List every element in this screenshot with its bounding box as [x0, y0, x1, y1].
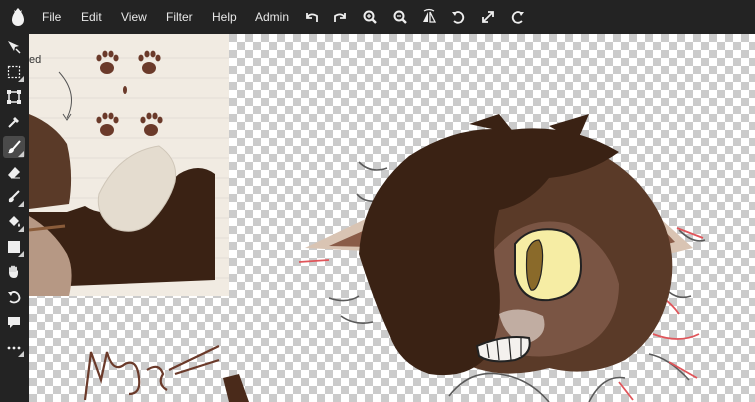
flip-icon[interactable]	[419, 7, 439, 27]
eraser-tool[interactable]	[3, 161, 25, 183]
tool-options-indicator	[18, 76, 24, 82]
move-tool[interactable]	[3, 36, 25, 58]
drawing-canvas[interactable]: ed	[29, 34, 755, 402]
eraser-icon	[8, 167, 20, 179]
tool-options-indicator	[18, 201, 24, 207]
hand-tool[interactable]	[3, 261, 25, 283]
hand-icon	[9, 265, 18, 278]
history-tool[interactable]	[3, 286, 25, 308]
eyedropper-tool[interactable]	[3, 111, 25, 133]
eyedropper-icon	[8, 117, 19, 128]
menu-view[interactable]: View	[121, 10, 147, 24]
tool-options-indicator	[18, 151, 24, 157]
more-tools[interactable]	[3, 336, 25, 358]
transform-tool[interactable]	[3, 86, 25, 108]
rotate-icon	[8, 291, 21, 304]
speech-bubble-icon	[8, 317, 20, 328]
character-artwork	[83, 114, 706, 402]
brush-tool[interactable]	[3, 136, 25, 158]
shape-tool[interactable]	[3, 236, 25, 258]
app-logo-icon[interactable]	[9, 6, 27, 28]
redo-icon[interactable]	[330, 7, 350, 27]
comment-tool[interactable]	[3, 311, 25, 333]
undo-icon[interactable]	[302, 7, 322, 27]
move-icon	[8, 41, 21, 54]
zoom-out-icon[interactable]	[390, 7, 410, 27]
rotate-ccw-icon[interactable]	[448, 7, 468, 27]
fullscreen-icon[interactable]	[478, 7, 498, 27]
tool-panel	[0, 34, 29, 402]
transform-icon	[7, 90, 21, 104]
smudge-tool[interactable]	[3, 186, 25, 208]
rotate-cw-icon[interactable]	[508, 7, 528, 27]
menu-file[interactable]: File	[42, 10, 61, 24]
menu-help[interactable]: Help	[212, 10, 237, 24]
paint-bucket-tool[interactable]	[3, 211, 25, 233]
menu-filter[interactable]: Filter	[166, 10, 193, 24]
marquee-tool[interactable]	[3, 61, 25, 83]
menu-admin[interactable]: Admin	[255, 10, 289, 24]
menu-bar: File Edit View Filter Help Admin	[0, 0, 755, 34]
zoom-in-icon[interactable]	[360, 7, 380, 27]
tool-options-indicator	[18, 351, 24, 357]
tool-options-indicator	[18, 226, 24, 232]
tool-options-indicator	[18, 251, 24, 257]
menu-edit[interactable]: Edit	[81, 10, 102, 24]
